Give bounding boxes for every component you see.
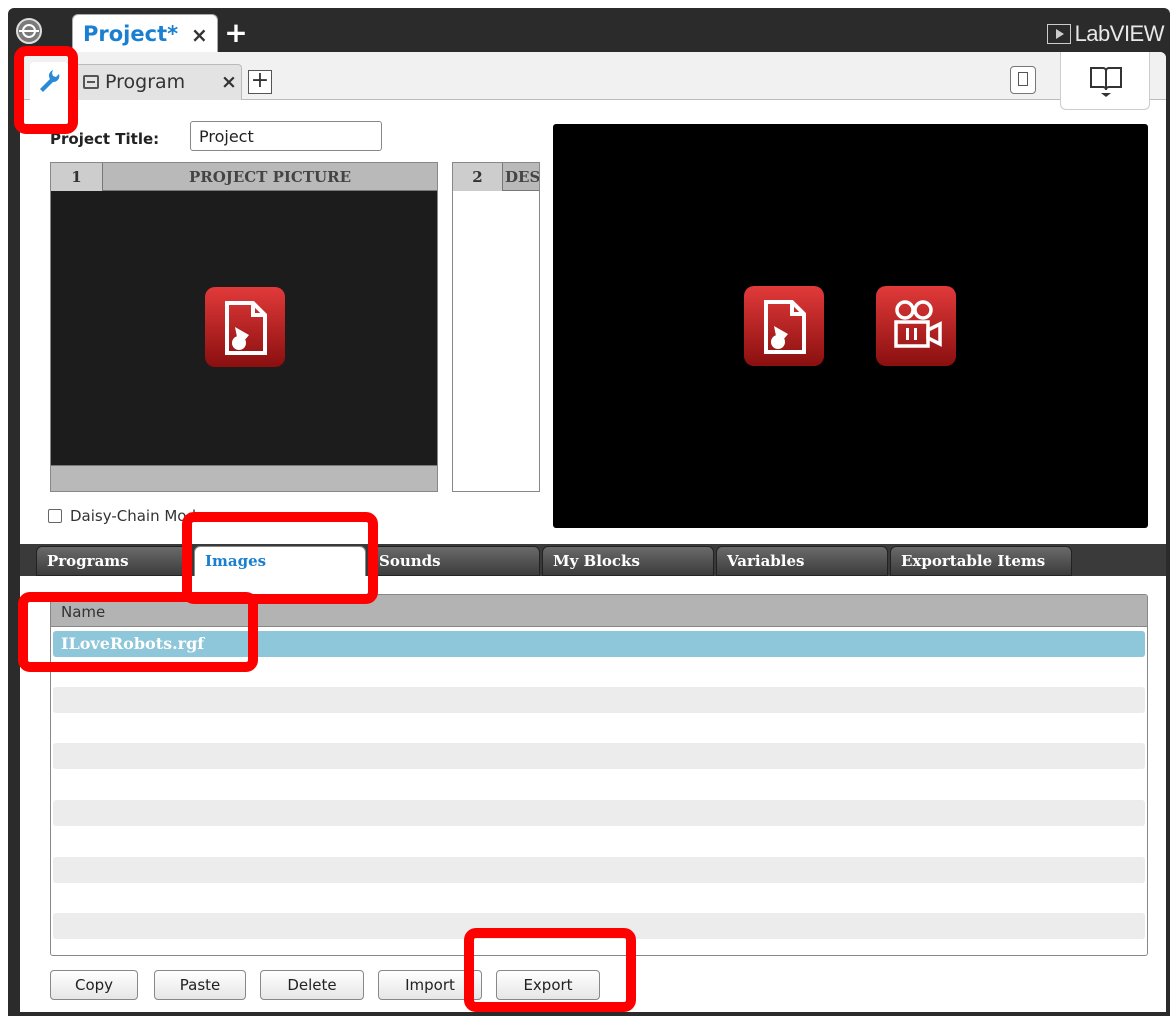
- tab-program-label: Program: [105, 71, 186, 93]
- tab-program[interactable]: Program ×: [74, 64, 242, 100]
- add-program-button[interactable]: +: [248, 70, 272, 94]
- project-picture-title: PROJECT PICTURE: [188, 168, 352, 186]
- list-row-empty: [53, 743, 1145, 769]
- project-description-header: 2 DESCRIPTION: [453, 163, 539, 191]
- tab-programs[interactable]: Programs: [36, 546, 192, 576]
- help-button[interactable]: [1060, 52, 1150, 110]
- project-picture-header: 1 PROJECT PICTURE: [51, 163, 437, 191]
- tab-exportable-items[interactable]: Exportable Items: [890, 546, 1072, 576]
- delete-button[interactable]: Delete: [260, 970, 364, 1000]
- page-icon[interactable]: [1010, 66, 1036, 94]
- tab-project-label: Project*: [83, 22, 179, 46]
- project-tab-bar: Project* × + LabVIEW: [8, 8, 1170, 52]
- daisy-chain-checkbox[interactable]: [48, 509, 62, 523]
- video-file-icon-glyph: [894, 300, 942, 348]
- content-preview: [553, 124, 1148, 528]
- video-file-icon[interactable]: [876, 286, 956, 366]
- close-icon[interactable]: ×: [221, 71, 237, 93]
- labview-logo: LabVIEW: [1046, 20, 1165, 48]
- highlight-images-tab: [182, 512, 378, 604]
- labview-logo-icon: [1046, 24, 1071, 44]
- close-icon[interactable]: ×: [191, 23, 208, 47]
- program-icon: [83, 75, 99, 89]
- highlight-export-button: [464, 928, 636, 1012]
- project-description-number: 2: [453, 163, 503, 191]
- tab-project[interactable]: Project* ×: [72, 14, 218, 52]
- copy-button[interactable]: Copy: [50, 970, 138, 1000]
- paste-button[interactable]: Paste: [154, 970, 246, 1000]
- list-row-empty: [53, 687, 1145, 713]
- project-picture-number: 1: [51, 163, 103, 191]
- list-row-empty: [53, 800, 1145, 826]
- project-picture-panel[interactable]: 1 PROJECT PICTURE: [50, 162, 438, 492]
- sub-tab-bar: Program × +: [20, 52, 1166, 110]
- highlight-wrench: [14, 46, 78, 134]
- image-file-icon-glyph: [764, 300, 806, 354]
- add-project-button[interactable]: +: [222, 19, 250, 48]
- highlight-list-item: [18, 592, 258, 672]
- list-row-empty: [53, 857, 1145, 883]
- project-picture-footer: [51, 465, 437, 491]
- brand-name: LabVIEW: [1074, 21, 1165, 46]
- image-file-icon-glyph: [225, 301, 267, 355]
- image-file-icon[interactable]: [744, 286, 824, 366]
- tab-sounds[interactable]: Sounds: [368, 546, 540, 576]
- project-title-input[interactable]: [190, 121, 382, 151]
- app-window: Project* × + LabVIEW Program × + Project…: [8, 8, 1170, 1016]
- tab-variables[interactable]: Variables: [716, 546, 888, 576]
- project-description-panel[interactable]: 2 DESCRIPTION: [452, 162, 540, 492]
- tab-my-blocks[interactable]: My Blocks: [542, 546, 714, 576]
- home-icon[interactable]: [16, 18, 42, 44]
- project-description-title: DESCRIPTION: [505, 168, 539, 186]
- image-file-icon[interactable]: [205, 287, 285, 367]
- book-icon: [1090, 67, 1122, 97]
